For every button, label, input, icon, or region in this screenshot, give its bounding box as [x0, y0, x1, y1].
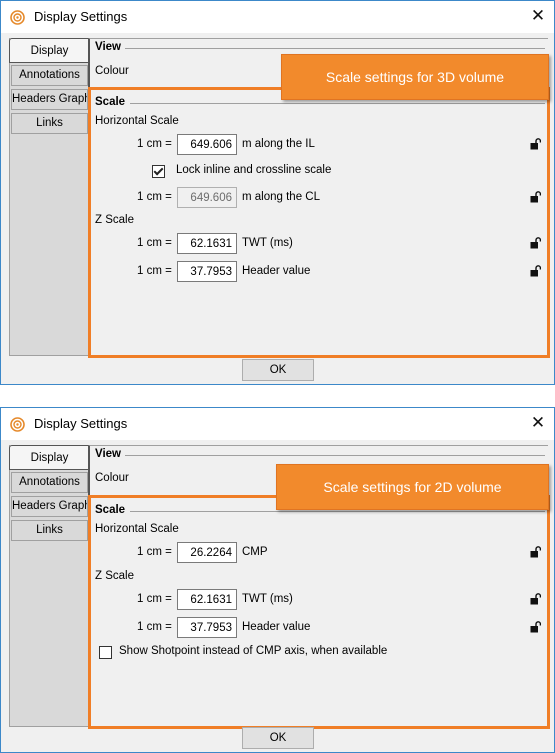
scale-heading: Scale [95, 96, 126, 108]
header-scale-input[interactable] [177, 261, 237, 282]
colour-label: Colour [95, 65, 129, 77]
lock-icon[interactable] [530, 265, 541, 277]
lock-icon[interactable] [530, 138, 541, 150]
cl-label: m along the CL [242, 191, 320, 203]
ok-button[interactable]: OK [242, 359, 314, 381]
twt-label: TWT (ms) [242, 593, 293, 605]
lock-icon[interactable] [530, 546, 541, 558]
tab-headers-graph[interactable]: Headers Graph [11, 496, 88, 517]
tab-links[interactable]: Links [11, 520, 88, 541]
app-icon [10, 417, 25, 432]
lock-inline-crossline-label: Lock inline and crossline scale [176, 164, 332, 176]
z-scale-label: Z Scale [95, 570, 134, 582]
cmp-unit-label: 1 cm = [137, 546, 172, 558]
tab-headers-graph[interactable]: Headers Graph [11, 89, 88, 110]
twt-scale-input[interactable] [177, 589, 237, 610]
display-settings-dialog-3d: Display Settings ✕ Annotations Headers G… [0, 0, 555, 385]
lock-icon[interactable] [530, 621, 541, 633]
scale-divider [130, 511, 545, 512]
display-settings-dialog-2d: Display Settings ✕ Annotations Headers G… [0, 407, 555, 753]
lock-inline-crossline-checkbox[interactable] [152, 165, 165, 178]
twt-unit-label: 1 cm = [137, 593, 172, 605]
app-icon [10, 10, 25, 25]
twt-label: TWT (ms) [242, 237, 293, 249]
window-title: Display Settings [34, 9, 128, 24]
tab-annotations[interactable]: Annotations [11, 65, 88, 86]
title-bar[interactable]: Display Settings ✕ [1, 408, 554, 440]
scale-2d-callout: Scale settings for 2D volume [276, 464, 549, 510]
ok-button[interactable]: OK [242, 727, 314, 749]
view-heading: View [95, 41, 121, 53]
header-label: Header value [242, 621, 311, 633]
il-label: m along the IL [242, 138, 315, 150]
check-mark-icon [153, 165, 164, 176]
twt-unit-label: 1 cm = [137, 237, 172, 249]
il-unit-label: 1 cm = [137, 138, 172, 150]
show-shotpoint-label: Show Shotpoint instead of CMP axis, when… [119, 645, 388, 657]
scale-3d-callout: Scale settings for 3D volume [281, 54, 549, 100]
tab-display[interactable]: Display [9, 38, 89, 63]
view-divider [125, 455, 545, 456]
lock-icon[interactable] [530, 237, 541, 249]
title-bar[interactable]: Display Settings ✕ [1, 1, 554, 33]
view-heading: View [95, 448, 121, 460]
window-title: Display Settings [34, 416, 128, 431]
close-button[interactable]: ✕ [522, 1, 554, 32]
header-label: Header value [242, 265, 311, 277]
close-button[interactable]: ✕ [522, 408, 554, 439]
colour-label: Colour [95, 472, 129, 484]
tab-display[interactable]: Display [9, 445, 89, 470]
show-shotpoint-checkbox[interactable] [99, 646, 112, 659]
cmp-scale-input[interactable] [177, 542, 237, 563]
scale-divider [130, 103, 545, 104]
tab-annotations[interactable]: Annotations [11, 472, 88, 493]
view-divider [125, 48, 545, 49]
cl-scale-input [177, 187, 237, 208]
cmp-label: CMP [242, 546, 268, 558]
horizontal-scale-label: Horizontal Scale [95, 115, 179, 127]
il-scale-input[interactable] [177, 134, 237, 155]
twt-scale-input[interactable] [177, 233, 237, 254]
lock-icon[interactable] [530, 593, 541, 605]
horizontal-scale-label: Horizontal Scale [95, 523, 179, 535]
lock-icon[interactable] [530, 191, 541, 203]
tab-links[interactable]: Links [11, 113, 88, 134]
header-scale-input[interactable] [177, 617, 237, 638]
header-unit-label: 1 cm = [137, 621, 172, 633]
cl-unit-label: 1 cm = [137, 191, 172, 203]
scale-heading: Scale [95, 504, 126, 516]
header-unit-label: 1 cm = [137, 265, 172, 277]
z-scale-label: Z Scale [95, 214, 134, 226]
